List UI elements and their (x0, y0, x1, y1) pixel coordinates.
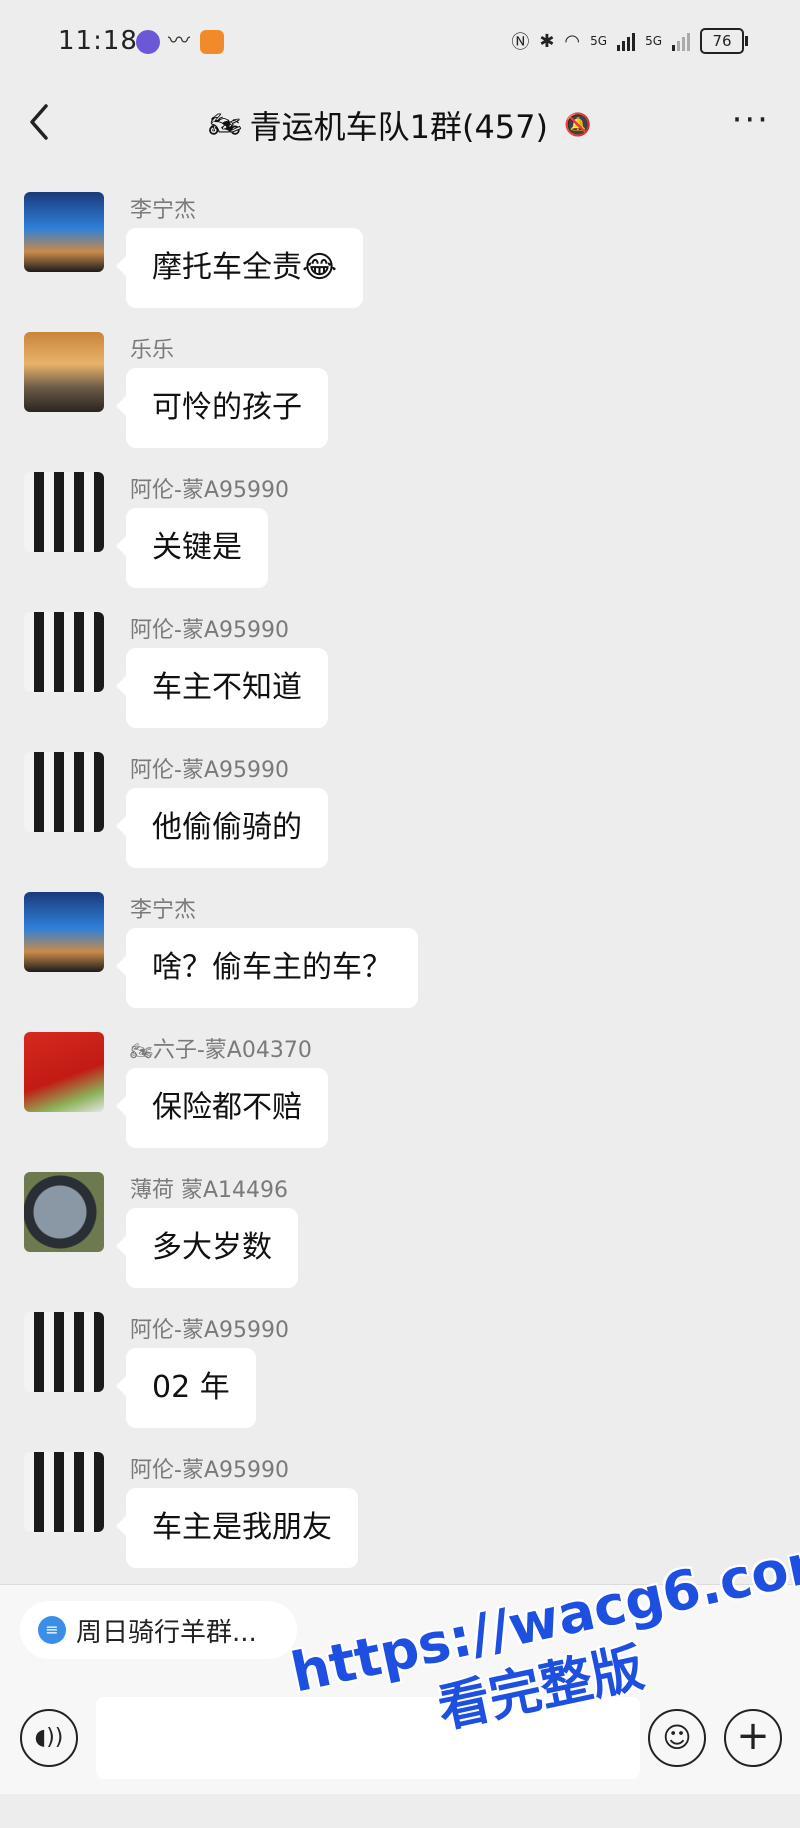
message-text: 他偷偷骑的 (152, 810, 302, 845)
message-row: 阿伦-蒙A95990 车主是我朋友 (0, 1452, 800, 1572)
message-row: 阿伦-蒙A95990 车主不知道 (0, 612, 800, 732)
bell-off-icon: 🔕 (564, 112, 592, 138)
status-bar: 11:18 〰 Ⓝ ✱ ◠ 5G 5G 76 (0, 0, 800, 88)
sender-name: 🏍六子-蒙A04370 (130, 1038, 312, 1063)
avatar[interactable] (24, 1312, 104, 1392)
message-bubble[interactable]: 可怜的孩子 (116, 368, 328, 448)
shortcut-label: 周日骑行羊群... (76, 1617, 257, 1648)
status-icons: Ⓝ ✱ ◠ 5G 5G 76 (511, 28, 748, 54)
sender-name: 阿伦-蒙A95990 (130, 618, 289, 643)
avatar[interactable] (24, 612, 104, 692)
emoji-button[interactable]: ☺ (648, 1709, 706, 1767)
plus-button[interactable]: + (724, 1709, 782, 1767)
message-row: 李宁杰 摩托车全责😂 (0, 192, 800, 312)
message-text: 02 年 (152, 1370, 230, 1405)
sender-name: 阿伦-蒙A95990 (130, 1318, 289, 1343)
app-notification-icon (200, 30, 224, 54)
message-row: 乐乐 可怜的孩子 (0, 332, 800, 452)
avatar[interactable] (24, 1172, 104, 1252)
chat-title-text: 青运机车队1群(457) (249, 108, 549, 146)
message-bubble[interactable]: 他偷偷骑的 (116, 788, 328, 868)
chat-header: 🏍 青运机车队1群(457) 🔕 ··· (0, 88, 800, 160)
status-time: 11:18 (58, 26, 138, 56)
message-row: 🏍六子-蒙A04370 保险都不赔 (0, 1032, 800, 1152)
network-label: 5G (645, 34, 662, 48)
message-input[interactable] (96, 1697, 640, 1779)
message-text: 车主不知道 (152, 670, 302, 705)
message-text: 保险都不赔 (152, 1090, 302, 1125)
message-text: 摩托车全责 (152, 250, 302, 285)
avatar[interactable] (24, 472, 104, 552)
group-shortcut-chip[interactable]: ≡ 周日骑行羊群... (20, 1601, 297, 1659)
message-text: 可怜的孩子 (152, 390, 302, 425)
sender-name: 阿伦-蒙A95990 (130, 478, 289, 503)
message-bubble[interactable]: 关键是 (116, 508, 268, 588)
nfc-icon: Ⓝ (511, 32, 530, 53)
sender-name: 李宁杰 (130, 198, 197, 223)
message-text: 啥？偷车主的车？ (152, 950, 392, 985)
message-row: 阿伦-蒙A95990 02 年 (0, 1312, 800, 1432)
plus-icon: + (736, 1713, 770, 1759)
message-text: 车主是我朋友 (152, 1510, 332, 1545)
app-notification-icon (136, 30, 160, 54)
battery-icon: 76 (700, 28, 748, 54)
smile-icon: ☺ (662, 1721, 692, 1754)
message-text: 关键是 (152, 530, 242, 565)
voice-icon: ◖)) (34, 1725, 64, 1750)
more-button[interactable]: ··· (732, 100, 770, 140)
more-dots-icon: ··· (731, 100, 770, 140)
message-bubble[interactable]: 摩托车全责😂 (115, 228, 364, 308)
app-notification-icon: 〰 (168, 29, 191, 54)
sender-name: 李宁杰 (130, 898, 197, 923)
message-text: 多大岁数 (152, 1230, 272, 1265)
document-icon: ≡ (38, 1616, 66, 1644)
message-bubble[interactable]: 车主不知道 (116, 648, 328, 728)
sender-name: 阿伦-蒙A95990 (130, 758, 289, 783)
avatar[interactable] (24, 1452, 104, 1532)
avatar[interactable] (24, 332, 104, 412)
sender-name: 薄荷 蒙A14496 (130, 1178, 289, 1203)
motorcycle-icon: 🏍 (130, 1041, 153, 1062)
avatar[interactable] (24, 192, 104, 272)
avatar[interactable] (24, 752, 104, 832)
message-bubble[interactable]: 保险都不赔 (116, 1068, 328, 1148)
motorcycle-icon: 🏍 (208, 110, 242, 140)
avatar[interactable] (24, 1032, 104, 1112)
signal-icon (672, 31, 690, 51)
message-bubble[interactable]: 啥？偷车主的车？ (116, 928, 418, 1008)
chat-title: 🏍 青运机车队1群(457) 🔕 (0, 102, 800, 148)
signal-icon (617, 31, 636, 51)
sender-name: 阿伦-蒙A95990 (130, 1458, 289, 1483)
input-area: ≡ 周日骑行羊群... ◖)) ☺ + (0, 1584, 800, 1794)
message-row: 阿伦-蒙A95990 他偷偷骑的 (0, 752, 800, 872)
message-row: 李宁杰 啥？偷车主的车？ (0, 892, 800, 1012)
message-row: 阿伦-蒙A95990 关键是 (0, 472, 800, 592)
message-row: 薄荷 蒙A14496 多大岁数 (0, 1172, 800, 1292)
wifi-icon: ◠ (564, 30, 581, 52)
message-bubble[interactable]: 02 年 (116, 1348, 256, 1428)
network-label: 5G (590, 34, 608, 48)
sender-name: 乐乐 (130, 338, 175, 363)
avatar[interactable] (24, 892, 104, 972)
message-bubble[interactable]: 车主是我朋友 (116, 1488, 358, 1568)
bluetooth-icon: ✱ (539, 30, 555, 52)
message-bubble[interactable]: 多大岁数 (116, 1208, 298, 1288)
voice-button[interactable]: ◖)) (20, 1709, 78, 1767)
laughing-crying-emoji-icon: 😂 (302, 250, 338, 285)
